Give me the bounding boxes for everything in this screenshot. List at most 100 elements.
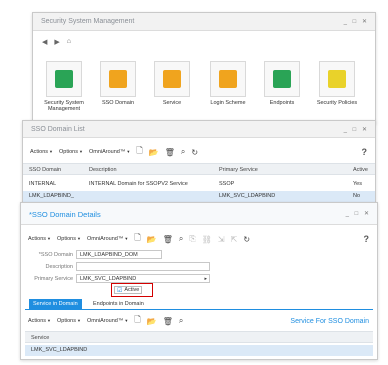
tile-label: SSO Domain — [101, 100, 135, 106]
sso-domain-field[interactable]: LMK_LDAPBIND_DOM — [76, 250, 162, 259]
table-icon — [273, 70, 291, 88]
search-icon[interactable]: ⌕ — [181, 147, 185, 157]
window-controls[interactable]: _ □ ✕ — [344, 18, 369, 25]
tile-label: Security Policies — [316, 100, 358, 106]
primary-service-label: Primary Service — [34, 276, 73, 282]
tile-box — [46, 61, 82, 97]
tile-security-policies[interactable]: Security Policies — [311, 61, 363, 106]
tile-box — [100, 61, 136, 97]
row-cell: SSOP — [219, 181, 235, 187]
window-title: Security System Management — [41, 18, 135, 25]
chevron-right-icon: ▸ — [204, 276, 207, 282]
row-cell: LMK_LDAPBIND_ — [29, 193, 74, 199]
actions-menu[interactable]: Actions▼ — [30, 149, 53, 155]
service-grid-header: Service — [25, 331, 373, 343]
tile-service[interactable]: Service — [151, 61, 193, 106]
omniaround-menu[interactable]: OmniAround™▼ — [89, 149, 130, 155]
sub-section-title: Service For SSO Domain — [290, 317, 369, 325]
sso-domain-details-window: *SSO Domain Details _ □ ✕ Actions▼ Optio… — [20, 202, 378, 360]
tile-label: Service — [162, 100, 182, 106]
column-header[interactable]: Primary Service — [219, 167, 258, 173]
new-icon[interactable]: 🗋 — [134, 232, 140, 246]
description-field[interactable] — [76, 262, 210, 271]
help-icon[interactable]: ? — [362, 147, 368, 157]
sso-domain-label: *SSO Domain — [38, 252, 73, 258]
actions-menu[interactable]: Actions▼ — [28, 236, 51, 242]
link-icon[interactable]: ⛓ — [202, 235, 212, 244]
refresh-icon[interactable]: ↻ — [191, 148, 198, 157]
column-header[interactable]: Active — [353, 167, 368, 173]
row-cell: Yes — [353, 181, 362, 187]
tile-box — [264, 61, 300, 97]
tile-box — [319, 61, 355, 97]
service-row-selected[interactable]: LMK_SVC_LDAPBIND — [25, 345, 373, 356]
active-label: Active — [124, 287, 140, 293]
home-icon[interactable]: ⌂ — [67, 38, 71, 46]
export-icon[interactable]: ⇲ — [218, 235, 225, 244]
grid-icon — [328, 70, 346, 88]
primary-service-select[interactable]: LMK_SVC_LDAPBIND ▸ — [76, 274, 210, 283]
copy-icon[interactable]: ⎘ — [189, 234, 195, 244]
tile-security-system-management[interactable]: Security System Management — [43, 61, 85, 112]
row-cell: No — [353, 193, 361, 199]
tile-endpoints[interactable]: Endpoints — [261, 61, 303, 106]
list-icon — [163, 70, 181, 88]
details-toolbar: Actions▼ Options▼ OmniAround™▼ 🗋 📂 🗑 ⌕ ⎘… — [28, 232, 369, 246]
row-cell: LMK_SVC_LDAPBIND — [219, 193, 276, 199]
table-row[interactable]: INTERNAL INTERNAL Domain for SSOPV2 Serv… — [23, 179, 375, 190]
new-icon[interactable]: 🗋 — [136, 145, 142, 159]
list-icon — [219, 70, 237, 88]
tab-endpoints-in-domain[interactable]: Endpoints in Domain — [93, 301, 144, 307]
open-folder-icon[interactable]: 📂 — [147, 317, 157, 326]
help-icon[interactable]: ? — [364, 234, 370, 244]
checkbox-checked-icon: ☑ — [117, 287, 123, 294]
open-folder-icon[interactable]: 📂 — [149, 148, 159, 157]
window-controls[interactable]: _ □ ✕ — [344, 126, 369, 133]
options-menu[interactable]: Options▼ — [57, 318, 81, 324]
search-icon[interactable]: ⌕ — [179, 316, 183, 326]
row-cell: LMK_SVC_LDAPBIND — [31, 347, 88, 353]
titlebar: Security System Management _ □ ✕ — [33, 13, 375, 31]
import-icon[interactable]: ⇱ — [231, 235, 238, 244]
titlebar: *SSO Domain Details _ □ ✕ — [21, 203, 377, 225]
column-header[interactable]: Description — [89, 167, 117, 173]
tile-sso-domain[interactable]: SSO Domain — [97, 61, 139, 106]
active-checkbox[interactable]: ☑ Active — [114, 286, 143, 294]
delete-icon[interactable]: 🗑 — [163, 317, 173, 326]
tile-label: Login Scheme — [210, 100, 246, 106]
sub-toolbar: Actions▼ Options▼ OmniAround™▼ 🗋 📂 🗑 ⌕ S… — [28, 314, 369, 328]
security-system-management-window: Security System Management _ □ ✕ ◀ ▶ ⌂ S… — [32, 12, 376, 124]
list-toolbar: Actions▼ Options▼ OmniAround™▼ 🗋 📂 🗑 ⌕ ↻… — [30, 145, 367, 159]
refresh-icon[interactable]: ↻ — [243, 235, 250, 244]
tab-bar: Service in Domain Endpoints in Domain — [25, 299, 373, 310]
new-icon[interactable]: 🗋 — [134, 314, 140, 328]
nav-bar: ◀ ▶ ⌂ — [42, 38, 71, 46]
back-icon[interactable]: ◀ — [42, 38, 47, 46]
omniaround-menu[interactable]: OmniAround™▼ — [87, 236, 128, 242]
window-title: SSO Domain List — [31, 126, 85, 133]
column-header[interactable]: SSO Domain — [29, 167, 61, 173]
titlebar: SSO Domain List _ □ ✕ — [23, 121, 375, 138]
window-title: *SSO Domain Details — [29, 210, 101, 219]
open-folder-icon[interactable]: 📂 — [147, 235, 157, 244]
tile-login-scheme[interactable]: Login Scheme — [205, 61, 251, 106]
options-menu[interactable]: Options▼ — [57, 236, 81, 242]
delete-icon[interactable]: 🗑 — [165, 148, 175, 157]
column-header[interactable]: Service — [31, 335, 49, 341]
delete-icon[interactable]: 🗑 — [163, 235, 173, 244]
row-cell: INTERNAL Domain for SSOPV2 Service — [89, 181, 188, 187]
row-cell: INTERNAL — [29, 181, 57, 187]
actions-menu[interactable]: Actions▼ — [28, 318, 51, 324]
tile-label: Endpoints — [269, 100, 295, 106]
tab-service-in-domain[interactable]: Service in Domain — [29, 299, 82, 309]
search-icon[interactable]: ⌕ — [179, 234, 183, 244]
options-menu[interactable]: Options▼ — [59, 149, 83, 155]
tile-box — [154, 61, 190, 97]
description-label: Description — [45, 264, 73, 270]
omniaround-menu[interactable]: OmniAround™▼ — [87, 318, 128, 324]
table-row-selected[interactable]: LMK_LDAPBIND_ LMK_SVC_LDAPBIND No — [23, 191, 375, 202]
list-icon — [109, 70, 127, 88]
table-icon — [55, 70, 73, 88]
window-controls[interactable]: _ □ ✕ — [346, 210, 371, 217]
forward-icon[interactable]: ▶ — [54, 38, 59, 46]
